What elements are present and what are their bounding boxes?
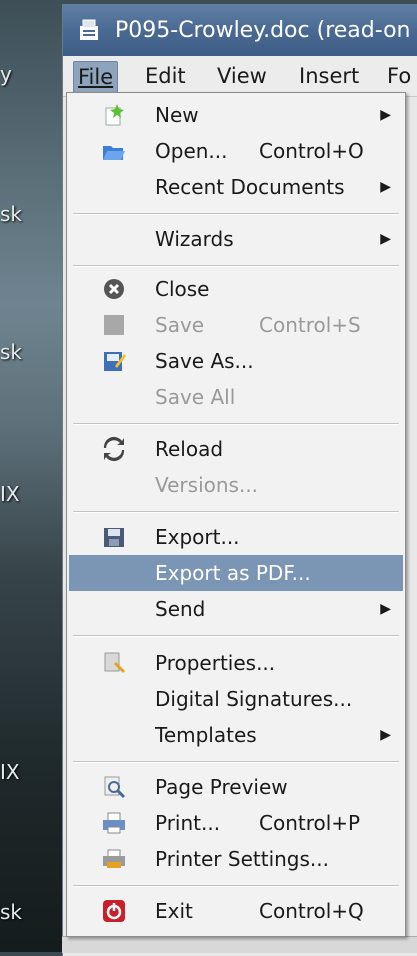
menu-separator — [73, 511, 399, 513]
menu-item-label: New — [155, 103, 199, 127]
printer-icon — [103, 812, 125, 834]
submenu-arrow-icon: ▶ — [380, 179, 391, 195]
menu-file[interactable]: File — [73, 61, 119, 93]
open-folder-icon — [103, 146, 125, 160]
menu-item-digital-signatures[interactable]: Digital Signatures... — [69, 681, 403, 717]
menu-item-label: Print... — [155, 811, 221, 835]
menu-item-wizards[interactable]: Wizards ▶ — [69, 221, 403, 257]
menu-edit[interactable]: Edit — [141, 61, 190, 91]
menu-format[interactable]: Fo — [383, 61, 415, 91]
menu-separator — [73, 761, 399, 763]
menu-item-export[interactable]: Export... — [69, 519, 403, 555]
menu-bar: File Edit View Insert Fo — [63, 56, 417, 97]
menu-item-close[interactable]: Close — [69, 271, 403, 307]
desktop-icon-label[interactable]: IX — [0, 760, 20, 784]
menu-item-exit[interactable]: Exit Control+Q — [69, 893, 403, 929]
menu-item-printer-settings[interactable]: Printer Settings... — [69, 841, 403, 877]
menu-view[interactable]: View — [213, 61, 271, 91]
title-bar[interactable]: P095-Crowley.doc (read-on — [63, 4, 417, 56]
menu-item-label: Page Preview — [155, 775, 288, 799]
menu-item-reload[interactable]: Reload — [69, 431, 403, 467]
submenu-arrow-icon: ▶ — [380, 231, 391, 247]
menu-separator — [73, 265, 399, 267]
menu-item-label: Exit — [155, 899, 193, 923]
menu-item-label: Send — [155, 597, 206, 621]
close-icon — [104, 279, 124, 299]
menu-item-label: Recent Documents — [155, 175, 345, 199]
submenu-arrow-icon: ▶ — [380, 727, 391, 743]
menu-item-recent-documents[interactable]: Recent Documents ▶ — [69, 169, 403, 205]
shortcut-label: Control+P — [259, 811, 361, 835]
menu-item-save-as[interactable]: Save As... — [69, 343, 403, 379]
export-icon — [104, 528, 124, 547]
menu-item-page-preview[interactable]: Page Preview — [69, 769, 403, 805]
menu-insert[interactable]: Insert — [295, 61, 363, 91]
file-menu-dropdown: New ▶ Open... Control+O Recent Documents… — [66, 92, 406, 937]
printer-settings-icon — [103, 849, 125, 868]
shortcut-label: Control+O — [259, 139, 364, 163]
app-icon — [80, 19, 98, 40]
menu-item-label: Reload — [155, 437, 224, 461]
menu-item-label: Templates — [155, 723, 257, 747]
new-document-icon — [105, 104, 124, 126]
menu-item-label: Save — [155, 313, 205, 337]
exit-icon — [103, 900, 125, 922]
reload-icon — [103, 436, 125, 462]
menu-item-label: Save As... — [155, 349, 254, 373]
menu-item-label: Export as PDF... — [155, 561, 311, 585]
menu-item-label: Digital Signatures... — [155, 687, 353, 711]
menu-item-versions[interactable]: Versions... — [69, 467, 403, 503]
menu-separator — [73, 635, 399, 637]
menu-item-open[interactable]: Open... Control+O — [69, 133, 403, 169]
menu-item-save-all[interactable]: Save All — [69, 379, 403, 415]
window-title: P095-Crowley.doc (read-on — [115, 18, 411, 43]
menu-item-export-as-pdf[interactable]: Export as PDF... — [69, 555, 403, 591]
menu-item-print[interactable]: Print... Control+P — [69, 805, 403, 841]
menu-item-label: Wizards — [155, 227, 234, 251]
status-bar — [62, 936, 417, 953]
save-as-icon — [104, 352, 126, 371]
submenu-arrow-icon: ▶ — [380, 107, 391, 123]
shortcut-label: Control+Q — [259, 899, 364, 923]
menu-item-properties[interactable]: Properties... — [69, 645, 403, 681]
menu-separator — [73, 213, 399, 215]
submenu-arrow-icon: ▶ — [380, 601, 391, 617]
desktop-icon-label[interactable]: sk — [0, 900, 22, 924]
desktop-icon-label[interactable]: y — [0, 62, 12, 86]
properties-icon — [104, 652, 125, 673]
menu-item-label: Export... — [155, 525, 240, 549]
menu-item-send[interactable]: Send ▶ — [69, 591, 403, 627]
menu-item-label: Versions... — [155, 473, 259, 497]
save-icon — [104, 315, 124, 335]
menu-item-label: Printer Settings... — [155, 847, 329, 871]
page-preview-icon — [104, 776, 126, 799]
shortcut-label: Control+S — [259, 313, 361, 337]
menu-item-label: Save All — [155, 385, 236, 409]
menu-item-new[interactable]: New ▶ — [69, 97, 403, 133]
menu-separator — [73, 885, 399, 887]
menu-item-label: Open... — [155, 139, 228, 163]
desktop-icon-label[interactable]: sk — [0, 202, 22, 226]
menu-item-label: Close — [155, 277, 210, 301]
desktop-icon-label[interactable]: IX — [0, 482, 20, 506]
menu-item-save[interactable]: Save Control+S — [69, 307, 403, 343]
menu-separator — [73, 423, 399, 425]
menu-item-templates[interactable]: Templates ▶ — [69, 717, 403, 753]
menu-item-label: Properties... — [155, 651, 276, 675]
desktop-icon-label[interactable]: sk — [0, 340, 22, 364]
